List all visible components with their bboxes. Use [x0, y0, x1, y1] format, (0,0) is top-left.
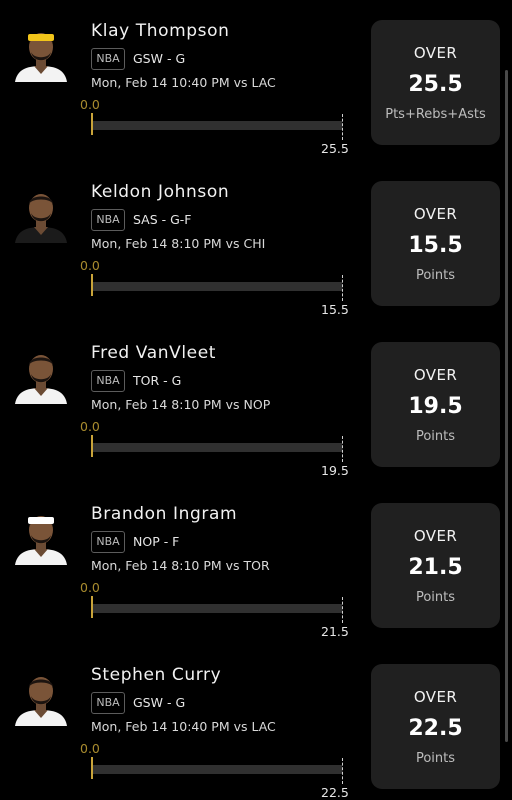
player-name: Fred VanVleet [91, 343, 217, 363]
projection-line: 25.5 [408, 72, 463, 97]
projection-card[interactable]: OVER 19.5 Points [371, 342, 500, 467]
league-badge: NBA [91, 692, 125, 714]
line-marker-label: 19.5 [321, 463, 349, 478]
pick-row[interactable]: Fred VanVleet NBA TOR - G Mon, Feb 14 8:… [0, 342, 512, 503]
projection-direction: OVER [413, 688, 458, 706]
progress-track [93, 282, 342, 291]
game-info: Mon, Feb 14 10:40 PM vs LAC [91, 719, 276, 734]
picks-screen: Klay Thompson NBA GSW - G Mon, Feb 14 10… [0, 0, 512, 800]
pick-row[interactable]: Klay Thompson NBA GSW - G Mon, Feb 14 10… [0, 20, 512, 181]
game-info: Mon, Feb 14 8:10 PM vs NOP [91, 397, 271, 412]
projection-card[interactable]: OVER 21.5 Points [371, 503, 500, 628]
projection-card[interactable]: OVER 15.5 Points [371, 181, 500, 306]
line-marker [342, 275, 343, 301]
team-position: TOR - G [133, 373, 182, 388]
progress-start-value: 0.0 [80, 97, 100, 112]
league-badge: NBA [91, 48, 125, 70]
projection-line: 22.5 [408, 716, 463, 741]
projection-stat: Points [415, 751, 456, 766]
line-marker-label: 15.5 [321, 302, 349, 317]
progress-track [93, 443, 342, 452]
team-position: GSW - G [133, 51, 186, 66]
projection-stat: Points [415, 268, 456, 283]
line-marker-label: 25.5 [321, 141, 349, 156]
projection-stat: Pts+Rebs+Asts [385, 107, 486, 122]
player-name: Stephen Curry [91, 665, 222, 685]
player-headshot-icon [12, 24, 70, 82]
team-position: SAS - G-F [133, 212, 192, 227]
projection-card[interactable]: OVER 22.5 Points [371, 664, 500, 789]
projection-stat: Points [415, 590, 456, 605]
pick-row[interactable]: Stephen Curry NBA GSW - G Mon, Feb 14 10… [0, 664, 512, 800]
line-marker [342, 436, 343, 462]
projection-line: 19.5 [408, 394, 463, 419]
projection-direction: OVER [413, 44, 458, 62]
player-name: Brandon Ingram [91, 504, 238, 524]
progress-start-value: 0.0 [80, 419, 100, 434]
line-marker [342, 597, 343, 623]
line-marker [342, 114, 343, 140]
game-info: Mon, Feb 14 8:10 PM vs TOR [91, 558, 270, 573]
projection-line: 15.5 [408, 233, 463, 258]
league-badge: NBA [91, 370, 125, 392]
player-headshot-icon [12, 668, 70, 726]
game-info: Mon, Feb 14 10:40 PM vs LAC [91, 75, 276, 90]
line-marker [342, 758, 343, 784]
team-position: NOP - F [133, 534, 180, 549]
projection-card[interactable]: OVER 25.5 Pts+Rebs+Asts [371, 20, 500, 145]
projection-direction: OVER [413, 527, 458, 545]
projection-line: 21.5 [408, 555, 463, 580]
pick-row[interactable]: Brandon Ingram NBA NOP - F Mon, Feb 14 8… [0, 503, 512, 664]
projection-stat: Points [415, 429, 456, 444]
projection-direction: OVER [413, 205, 458, 223]
progress-start-value: 0.0 [80, 258, 100, 273]
player-headshot-icon [12, 346, 70, 404]
player-name: Keldon Johnson [91, 182, 230, 202]
projection-direction: OVER [413, 366, 458, 384]
scrollbar[interactable] [505, 70, 508, 742]
league-badge: NBA [91, 531, 125, 553]
player-headshot-icon [12, 185, 70, 243]
progress-track [93, 765, 342, 774]
progress-track [93, 604, 342, 613]
pick-row[interactable]: Keldon Johnson NBA SAS - G-F Mon, Feb 14… [0, 181, 512, 342]
progress-start-value: 0.0 [80, 741, 100, 756]
line-marker-label: 22.5 [321, 785, 349, 800]
team-position: GSW - G [133, 695, 186, 710]
line-marker-label: 21.5 [321, 624, 349, 639]
player-name: Klay Thompson [91, 21, 230, 41]
progress-start-value: 0.0 [80, 580, 100, 595]
progress-track [93, 121, 342, 130]
league-badge: NBA [91, 209, 125, 231]
player-headshot-icon [12, 507, 70, 565]
game-info: Mon, Feb 14 8:10 PM vs CHI [91, 236, 266, 251]
